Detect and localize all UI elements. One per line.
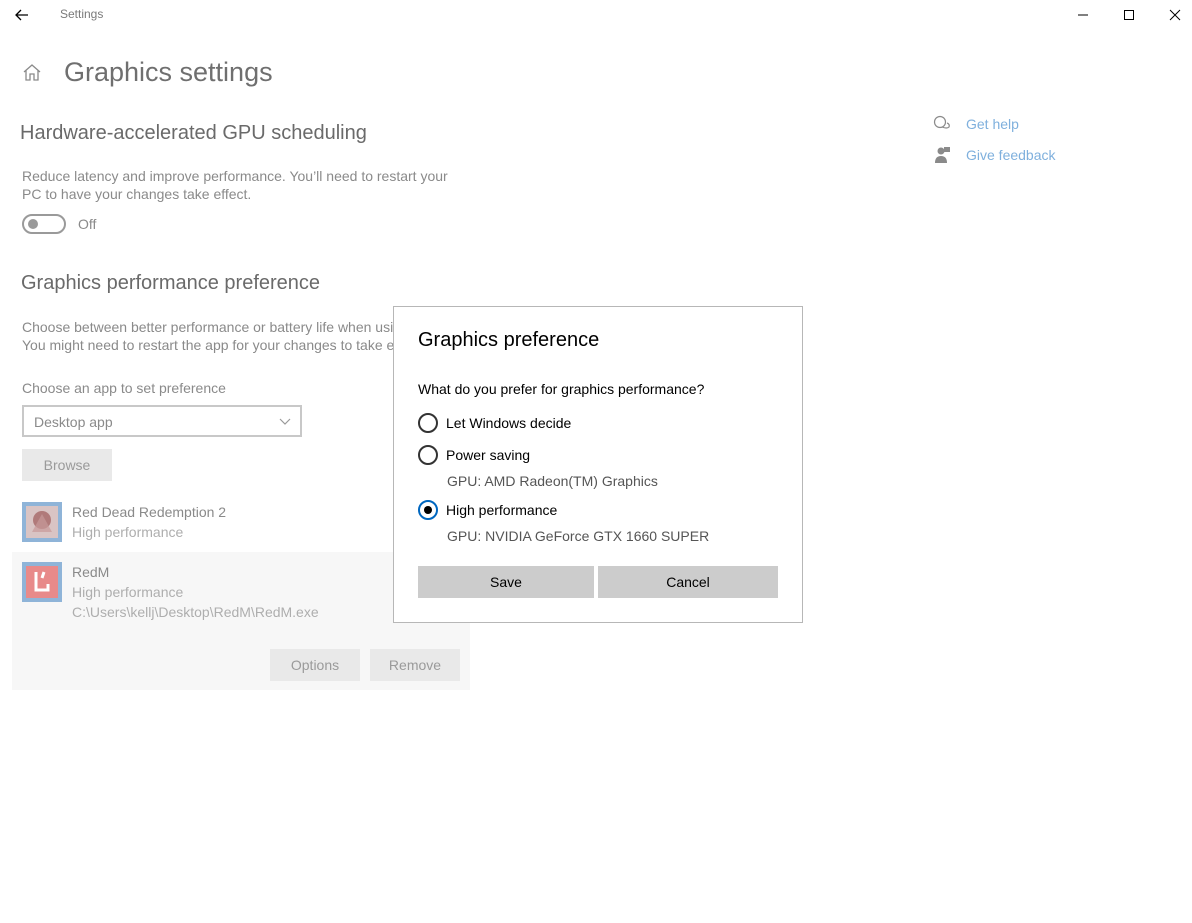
app-type-selected: Desktop app [34, 414, 113, 430]
give-feedback-link[interactable]: Give feedback [966, 147, 1056, 163]
rdr2-logo-icon [26, 506, 58, 538]
high-performance-gpu-label: GPU: NVIDIA GeForce GTX 1660 SUPER [447, 528, 710, 544]
window-title: Settings [60, 7, 104, 21]
graphics-preference-dialog: Graphics preference What do you prefer f… [393, 306, 803, 623]
power-saving-gpu-label: GPU: AMD Radeon(TM) Graphics [447, 473, 658, 489]
performance-preference-description-line1: Choose between better performance or bat… [22, 319, 394, 335]
performance-preference-title: Graphics performance preference [21, 272, 321, 294]
remove-button[interactable]: Remove [370, 649, 460, 681]
feedback-icon [935, 147, 950, 163]
red-dead-redemption-2-app-icon [22, 502, 62, 542]
radio-label-let-windows-decide[interactable]: Let Windows decide [446, 415, 571, 431]
close-button[interactable] [1152, 0, 1192, 30]
maximize-button[interactable] [1106, 0, 1152, 30]
choose-app-label: Choose an app to set preference [22, 380, 226, 396]
redm-app-icon [22, 562, 62, 602]
gpu-scheduling-description-line2: PC to have your changes take effect. [22, 186, 252, 202]
app-type-dropdown[interactable]: Desktop app [22, 405, 302, 437]
title-bar: Settings [0, 0, 1192, 30]
close-icon [1169, 9, 1181, 21]
back-button[interactable] [6, 0, 38, 30]
toggle-knob [28, 219, 38, 229]
back-arrow-icon [15, 9, 28, 21]
page-header: Graphics settings [20, 52, 273, 92]
app-path: C:\Users\kellj\Desktop\RedM\RedM.exe [72, 604, 319, 620]
radio-label-power-saving[interactable]: Power saving [446, 447, 530, 463]
radio-power-saving[interactable] [418, 445, 438, 465]
help-chat-icon [933, 115, 950, 129]
app-name: RedM [72, 564, 110, 580]
minimize-icon [1078, 14, 1088, 16]
get-help-link[interactable]: Get help [966, 116, 1019, 132]
gpu-scheduling-description-line1: Reduce latency and improve performance. … [22, 168, 448, 184]
app-preference: High performance [72, 584, 184, 600]
home-icon [23, 64, 41, 81]
cancel-button[interactable]: Cancel [598, 566, 778, 598]
app-preference: High performance [72, 524, 184, 540]
performance-preference-description-line2: You might need to restart the app for yo… [22, 337, 395, 353]
home-button[interactable] [20, 60, 44, 84]
radio-high-performance[interactable] [418, 500, 438, 520]
app-name[interactable]: Red Dead Redemption 2 [72, 504, 226, 520]
radio-let-windows-decide[interactable] [418, 413, 438, 433]
chevron-down-icon [279, 418, 291, 425]
minimize-button[interactable] [1060, 0, 1106, 30]
page-title: Graphics settings [64, 56, 273, 87]
browse-button[interactable]: Browse [22, 449, 112, 481]
dialog-title: Graphics preference [418, 329, 600, 351]
dialog-question: What do you prefer for graphics performa… [418, 381, 705, 397]
gpu-scheduling-toggle[interactable] [22, 214, 66, 234]
maximize-icon [1124, 10, 1134, 20]
toggle-state-label: Off [78, 216, 97, 232]
save-button[interactable]: Save [418, 566, 594, 598]
redm-logo-icon [26, 566, 58, 598]
gpu-scheduling-title: Hardware-accelerated GPU scheduling [20, 122, 367, 144]
options-button[interactable]: Options [270, 649, 360, 681]
radio-label-high-performance[interactable]: High performance [446, 502, 557, 518]
